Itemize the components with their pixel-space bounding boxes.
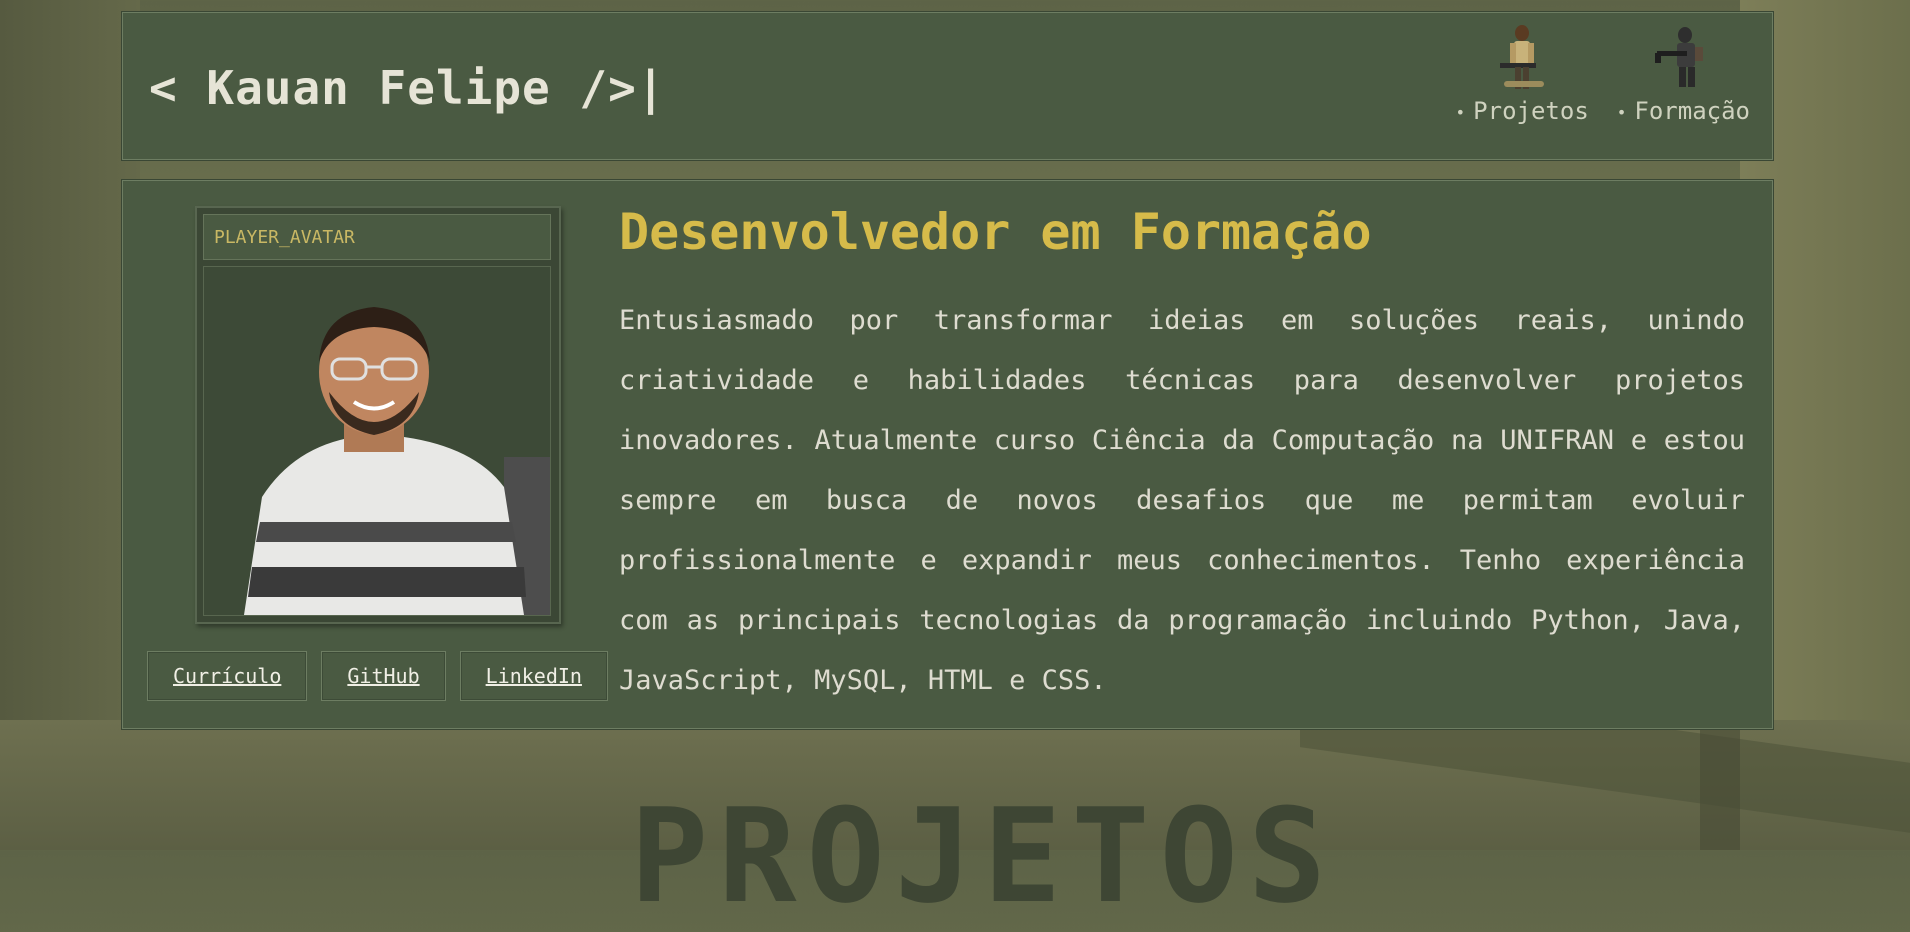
section-title-projetos: PROJETOS: [630, 780, 1337, 932]
page-title: Desenvolvedor em Formação: [619, 203, 1372, 261]
brand-logo[interactable]: < Kauan Felipe />|: [149, 61, 666, 115]
nav-label-projetos: Projetos: [1456, 97, 1589, 125]
site-header: < Kauan Felipe />| Projetos: [122, 12, 1773, 160]
bio-text: Entusiasmado por transformar ideias em s…: [619, 305, 1745, 696]
gunner-icon: [1655, 27, 1704, 87]
github-button[interactable]: GitHub: [321, 651, 446, 701]
curriculo-button[interactable]: Currículo: [147, 651, 308, 701]
avatar-titlebar: PLAYER_AVATAR: [203, 214, 551, 260]
avatar-photo: [204, 267, 550, 615]
profile-panel: PLAYER_AVATAR Currículo GitHub LinkedIn …: [122, 180, 1773, 729]
avatar-window: PLAYER_AVATAR: [195, 206, 561, 624]
avatar-title: PLAYER_AVATAR: [214, 227, 355, 248]
nav-item-formacao[interactable]: Formação: [1617, 23, 1750, 125]
nav-label-formacao: Formação: [1617, 97, 1750, 125]
avatar: [203, 266, 551, 616]
nav-item-projetos[interactable]: Projetos: [1456, 23, 1589, 125]
soldier-icon: [1500, 25, 1545, 89]
linkedin-button[interactable]: LinkedIn: [459, 651, 608, 701]
main-nav: Projetos Formação: [1456, 23, 1750, 125]
social-buttons: Currículo GitHub LinkedIn: [147, 651, 608, 701]
